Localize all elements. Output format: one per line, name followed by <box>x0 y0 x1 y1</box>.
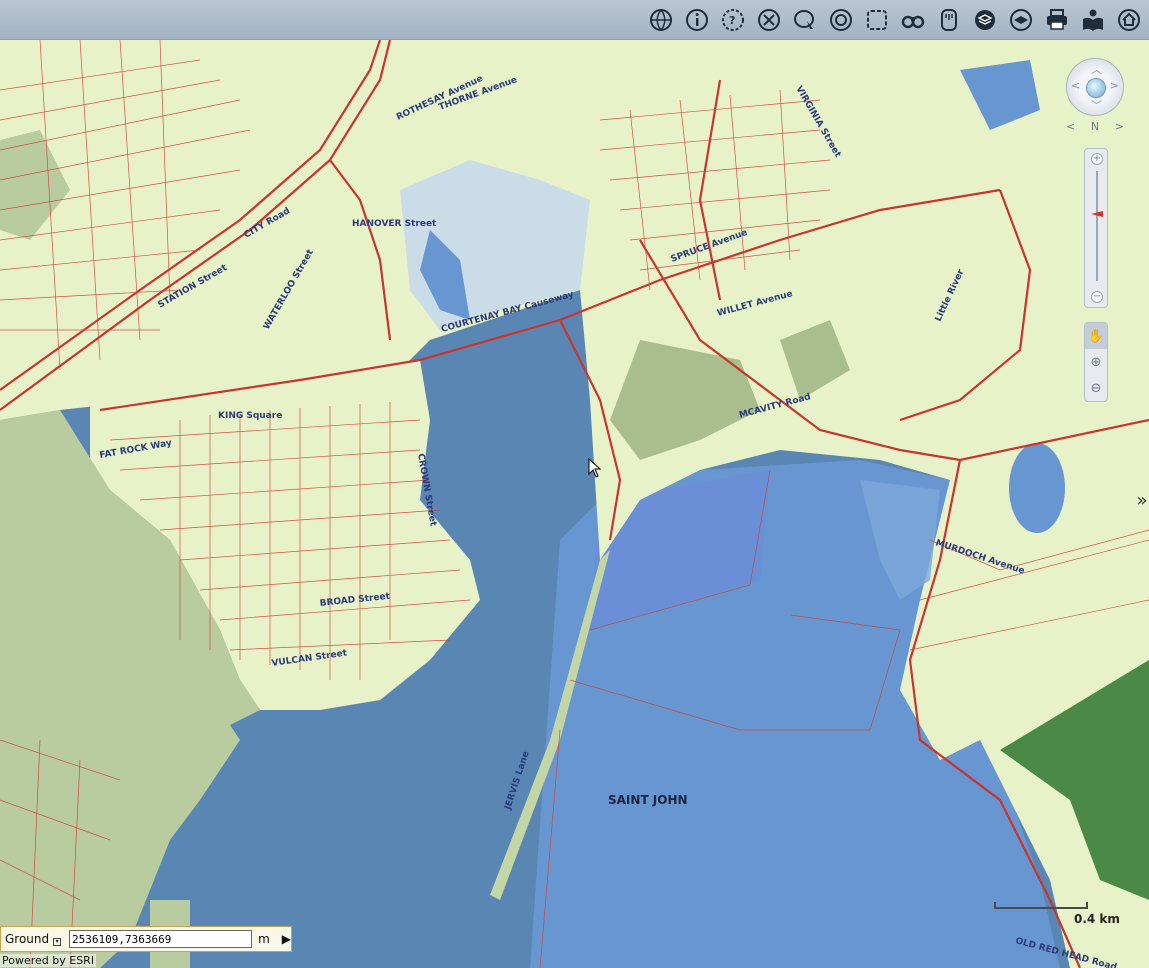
print-icon[interactable] <box>1041 4 1073 36</box>
query-icon[interactable]: ? <box>717 4 749 36</box>
select-icon[interactable] <box>789 4 821 36</box>
zoom-slider[interactable]: + − <box>1084 148 1108 308</box>
rotate-right-icon[interactable]: > <box>1115 120 1124 133</box>
map-svg[interactable]: COURTENAY BAY Causeway HANOVER Street TH… <box>0 40 1149 968</box>
label-hanover: HANOVER Street <box>352 219 437 229</box>
zoom-out-tool-icon[interactable]: ⊖ <box>1085 375 1107 401</box>
pan-down-icon[interactable]: ﹀ <box>1091 97 1102 113</box>
layers-icon[interactable] <box>969 4 1001 36</box>
rotate-left-icon[interactable]: < <box>1066 120 1075 133</box>
esri-credit: Powered by ESRI <box>0 954 97 967</box>
zoom-track[interactable] <box>1096 171 1098 281</box>
zoom-in-tool-icon[interactable]: ⊕ <box>1085 349 1107 375</box>
clear-icon[interactable] <box>753 4 785 36</box>
map-application: ? COURTENAY BAY Causeway HANOVER Street … <box>0 0 1149 968</box>
navigation-control: ︿ < > ﹀ < N > + − ✋ ⊕ ⊖ <box>1066 58 1126 402</box>
scale-bar: 0.4 km <box>994 898 1124 928</box>
binoculars-icon[interactable] <box>897 4 929 36</box>
label-saint-john: SAINT JOHN <box>608 793 688 807</box>
map-tool-stack: ✋ ⊕ ⊖ <box>1084 322 1108 402</box>
home-icon[interactable] <box>1113 4 1145 36</box>
svg-text:?: ? <box>729 14 735 27</box>
expand-panel-icon[interactable]: » <box>1135 490 1149 516</box>
coordinate-go-button[interactable]: ▶ <box>282 932 291 946</box>
extent-icon[interactable] <box>861 4 893 36</box>
coordinate-box: Ground ▾ m ▶ <box>0 926 292 952</box>
help-icon[interactable] <box>1077 4 1109 36</box>
buffer-icon[interactable] <box>825 4 857 36</box>
toolbar: ? <box>0 0 1149 40</box>
coordinate-ref-dropdown-icon[interactable]: ▾ <box>53 938 62 946</box>
pan-control[interactable]: ︿ < > ﹀ <box>1066 58 1124 116</box>
map-canvas[interactable]: COURTENAY BAY Causeway HANOVER Street TH… <box>0 40 1149 968</box>
pan-up-icon[interactable]: ︿ <box>1091 61 1102 77</box>
scale-bar-label: 0.4 km <box>1074 912 1120 926</box>
globe-icon[interactable] <box>1086 78 1106 98</box>
coordinate-input[interactable] <box>69 930 253 948</box>
coordinate-ref-label: Ground <box>5 932 50 946</box>
coordinate-unit: m <box>258 932 270 946</box>
mouse-cursor-icon <box>588 458 602 478</box>
globe-icon[interactable] <box>645 4 677 36</box>
pan-hand-icon[interactable]: ✋ <box>1085 323 1107 349</box>
pan-right-icon[interactable]: > <box>1110 79 1119 92</box>
basemap-icon[interactable] <box>1005 4 1037 36</box>
label-king-square: KING Square <box>218 411 282 421</box>
north-label[interactable]: N <box>1091 120 1099 133</box>
rotate-control: < N > <box>1066 120 1124 133</box>
pan-left-icon[interactable]: < <box>1071 79 1080 92</box>
zoom-in-icon[interactable]: + <box>1091 153 1103 165</box>
info-icon[interactable] <box>681 4 713 36</box>
measure-icon[interactable] <box>933 4 965 36</box>
zoom-out-icon[interactable]: − <box>1091 291 1103 303</box>
scale-bar-line <box>994 902 1088 909</box>
